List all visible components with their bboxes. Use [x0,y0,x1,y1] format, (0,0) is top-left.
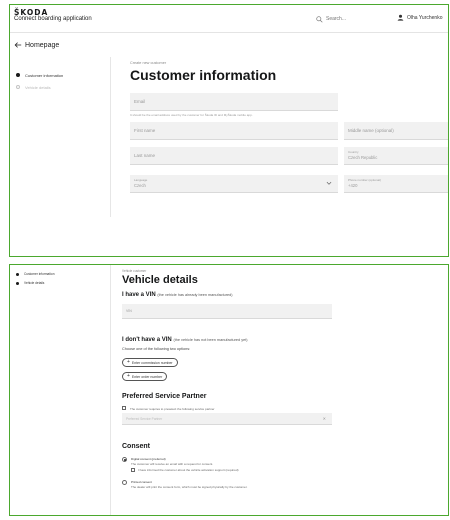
phone-label: Phone number (optional) [348,178,382,182]
vin-field[interactable]: VIN [122,304,332,319]
top-bar: ŠKODA Connect boarding application Olha … [10,5,448,33]
plus-icon: + [127,373,130,379]
printed-consent-label: Printed consent [131,480,152,484]
step-active-dot [16,73,20,77]
commission-button-label: Enter commission number [131,360,173,365]
phone-field[interactable]: Phone number (optional) +420 [344,175,448,193]
user-name: Olha Yurchenko [407,14,443,21]
page-title: Vehicle details [122,274,198,286]
divider [110,57,111,217]
email-field[interactable]: Email [130,93,338,111]
plus-icon: + [127,359,130,365]
choose-text: Choose one of the following two options: [122,347,191,351]
stepper: Customer information Vehicle details [16,269,54,287]
back-to-homepage[interactable]: Homepage [14,41,59,49]
informed-checkbox[interactable] [131,468,135,472]
last-name-label: Last name [134,153,156,158]
consent-heading: Consent [122,443,150,450]
customer-information-screen: ŠKODA Connect boarding application Olha … [9,4,449,257]
printed-consent-radio[interactable] [122,480,127,485]
email-hint: It should be the email address used by t… [130,113,253,117]
printed-consent-desc: The dealer will print the consent form, … [131,485,248,489]
partner-placeholder: Preferred Service Partner [126,416,163,421]
partner-heading: Preferred Service Partner [122,393,207,400]
digital-consent-radio[interactable] [122,457,127,462]
phone-value: +420 [348,183,358,188]
step-active-dot [16,281,19,285]
step-inactive-dot [16,85,20,89]
step-customer-information[interactable]: Customer information [16,269,54,279]
app-name: Connect boarding application [14,16,92,22]
no-vin-note: (the vehicle has not been manufactured y… [173,338,248,342]
email-label: Email [134,99,146,104]
breadcrumb: Create new customer [130,61,167,65]
partner-checkbox[interactable] [122,406,126,410]
last-name-field[interactable]: Last name [130,147,338,165]
have-vin-title: I have a VIN [122,292,156,298]
vin-label: VIN [126,309,132,313]
search-icon [316,15,323,23]
vehicle-details-screen: Customer information Vehicle details Veh… [9,264,449,516]
language-select[interactable]: Language Czech [130,175,338,193]
page-title: Customer information [130,67,277,83]
chevron-down-icon [326,181,332,185]
middle-name-field[interactable]: Middle name (optional) [344,122,448,140]
informed-checkbox-label: I have informed the customer about the v… [138,468,239,472]
step-vehicle-details[interactable]: Vehicle details [16,81,63,93]
stepper: Customer information Vehicle details [16,69,63,93]
step-label: Customer information [24,272,55,276]
clear-icon[interactable]: ✕ [323,416,326,421]
step-done-dot [16,272,19,276]
have-vin-heading: I have a VIN (the vehicle has already be… [122,292,233,298]
language-label: Language [134,178,148,182]
country-field[interactable]: Country Czech Republic [344,147,448,165]
order-button-label: Enter order number [131,374,163,379]
partner-input[interactable]: Preferred Service Partner ✕ [122,413,332,425]
first-name-field[interactable]: First name [130,122,338,140]
country-value: Czech Republic [348,155,378,160]
step-label: Vehicle details [24,281,45,285]
step-customer-information[interactable]: Customer information [16,69,63,81]
digital-consent-desc: The customer will receive an email with … [131,462,214,466]
breadcrumb: Vehicle customer [122,269,147,273]
partner-checkbox-label: The customer requires to preselect the f… [130,406,215,411]
middle-name-label: Middle name (optional) [348,128,394,133]
search-input[interactable] [326,16,381,22]
language-value: Czech [134,183,146,188]
no-vin-title: I don't have a VIN [122,337,172,343]
first-name-label: First name [134,128,156,133]
have-vin-note: (the vehicle has already been manufactur… [157,293,233,297]
arrow-left-icon [14,42,22,48]
user-menu[interactable]: Olha Yurchenko [397,14,443,21]
no-vin-heading: I don't have a VIN (the vehicle has not … [122,337,248,343]
step-label: Vehicle details [25,84,51,90]
search-box[interactable] [316,14,386,24]
back-label: Homepage [25,41,60,49]
enter-order-button[interactable]: + Enter order number [122,372,168,381]
divider [110,265,111,515]
digital-consent-label: Digital consent (preferred) [131,457,166,461]
enter-commission-button[interactable]: + Enter commission number [122,358,178,367]
step-vehicle-details[interactable]: Vehicle details [16,279,54,287]
step-label: Customer information [25,72,64,78]
user-icon [397,14,404,21]
country-label: Country [348,150,359,154]
